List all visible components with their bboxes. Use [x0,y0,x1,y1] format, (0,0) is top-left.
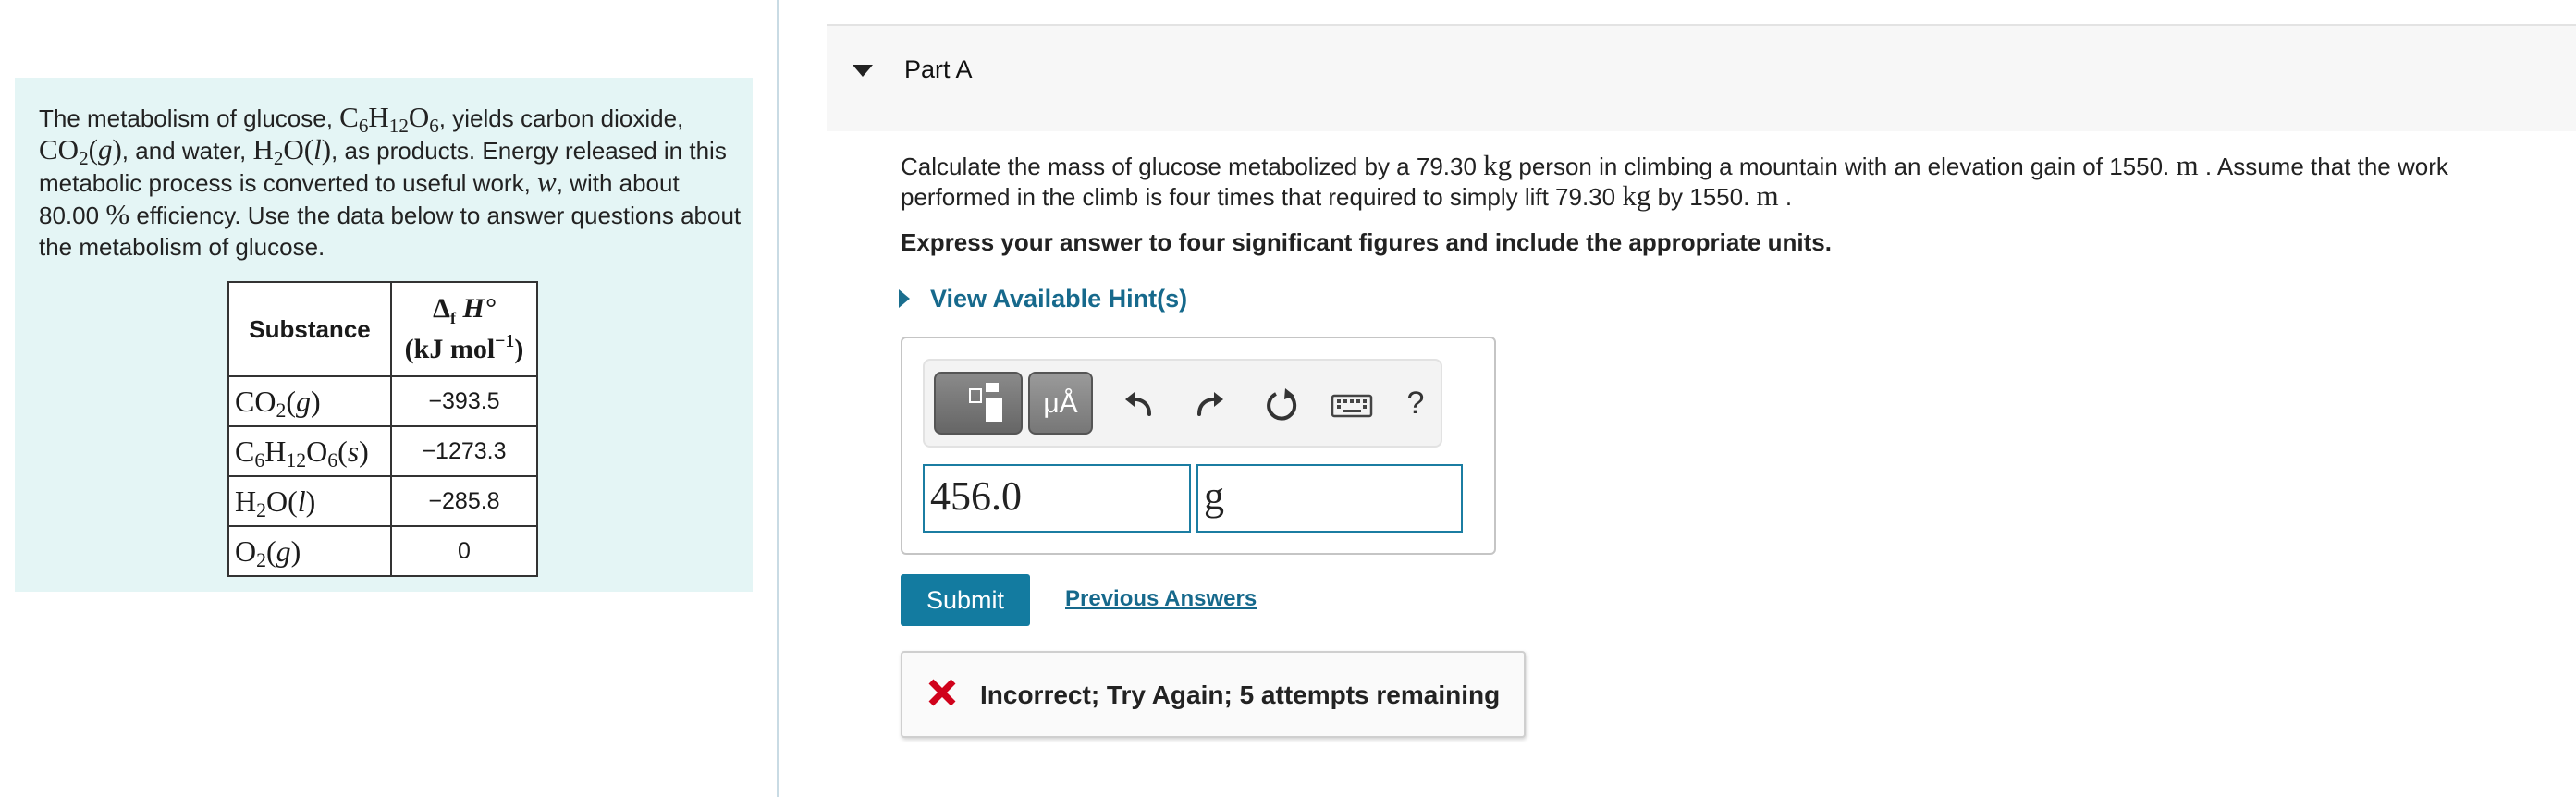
problem-intro-panel: The metabolism of glucose, C6H12O6, yiel… [15,78,753,592]
percent-symbol: % [105,198,130,230]
enthalpy-value: −393.5 [390,375,538,427]
expand-triangle-icon [899,289,910,308]
efficiency-value: 80.00 [39,202,100,229]
templates-button[interactable] [934,372,1023,435]
glucose-formula: C6H12O6 [339,101,439,137]
intro-text: The metabolism of glucose, C6H12O6, yiel… [39,101,742,262]
substance-glucose: C6H12O6(s) [227,425,392,477]
undo-icon[interactable] [1119,385,1159,425]
enthalpy-table: Substance Δf H° (kJ mol−1) CO2(g) −393.5… [227,281,538,577]
previous-answers-link[interactable]: Previous Answers [1065,586,1257,612]
panel-divider [777,0,779,797]
enthalpy-value: 0 [390,525,538,577]
feedback-message: Incorrect; Try Again; 5 attempts remaini… [901,651,1526,738]
reset-icon[interactable] [1261,385,1302,425]
units-button[interactable]: μÅ [1028,372,1093,435]
substance-co2: CO2(g) [227,375,392,427]
redo-icon[interactable] [1189,385,1230,425]
table-row: H2O(l) −285.8 [227,475,538,527]
table-row: CO2(g) −393.5 [227,375,538,427]
h2o-formula: H2O(l) [252,133,332,169]
answer-unit-input[interactable]: g [1196,464,1463,533]
work-symbol: w [537,166,557,198]
answer-value-input[interactable]: 456.0 [923,464,1191,533]
column-header-substance: Substance [227,281,392,377]
enthalpy-value: −285.8 [390,475,538,527]
part-a-header[interactable]: Part A [827,24,2576,131]
hints-label: View Available Hint(s) [930,284,1188,313]
collapse-triangle-icon[interactable] [853,65,873,77]
help-button[interactable]: ? [1402,385,1429,425]
template-box-icon [969,388,982,403]
math-toolbar: μÅ ? [923,359,1442,448]
view-hints-toggle[interactable]: View Available Hint(s) [899,283,1187,314]
substance-water: H2O(l) [227,475,392,527]
substance-oxygen: O2(g) [227,525,392,577]
part-title: Part A [904,55,973,83]
column-header-enthalpy: Δf H° (kJ mol−1) [390,281,538,377]
error-x-icon [928,679,956,706]
answer-box: μÅ ? 456.0 g [901,337,1496,555]
enthalpy-value: −1273.3 [390,425,538,477]
co2-formula: CO2(g) [39,133,122,169]
table-row: O2(g) 0 [227,525,538,577]
table-row: C6H12O6(s) −1273.3 [227,425,538,477]
submit-button[interactable]: Submit [901,574,1030,626]
question-text: Calculate the mass of glucose metabolize… [901,149,2448,212]
answer-instruction: Express your answer to four significant … [901,228,1832,256]
keyboard-icon[interactable] [1330,385,1374,425]
feedback-text: Incorrect; Try Again; 5 attempts remaini… [980,681,1501,709]
